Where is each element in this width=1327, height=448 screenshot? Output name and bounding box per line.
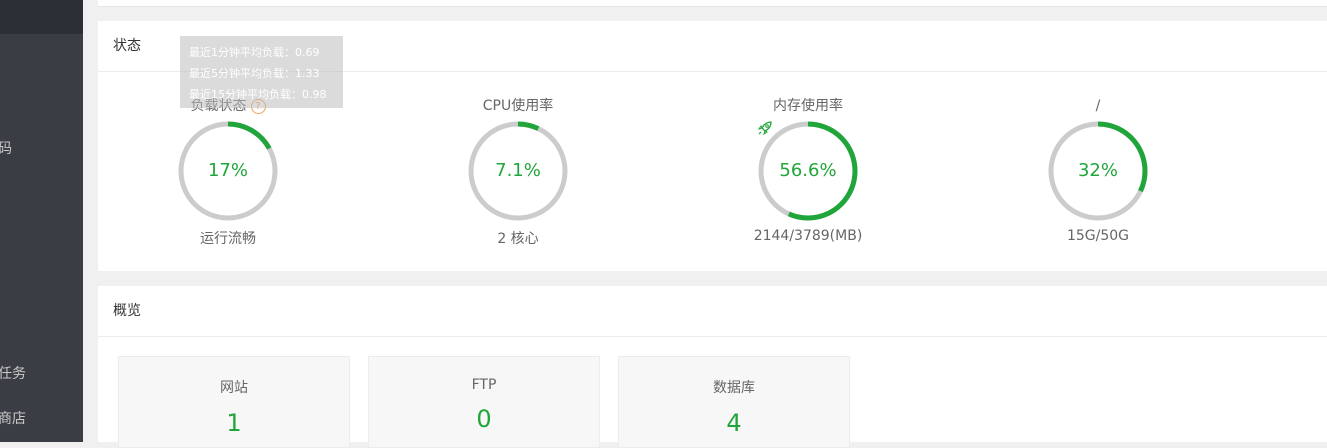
load-value: 17%	[207, 160, 248, 181]
memory-gauge[interactable]: 内存使用率 56.6% 2144/3789(MB)	[718, 96, 898, 244]
sidebar: 码 任务 商店	[0, 0, 83, 442]
sidebar-item-tasks[interactable]: 任务	[0, 363, 26, 383]
cpu-gauge-title: CPU使用率	[482, 98, 554, 114]
disk-value: 32%	[1077, 160, 1118, 181]
disk-gauge-title: /	[1095, 98, 1101, 114]
ftp-label: FTP	[471, 377, 497, 393]
memory-usage-text: 2144/3789(MB)	[753, 228, 863, 244]
ftp-count[interactable]: 0	[369, 405, 599, 433]
cpu-ring: 7.1%	[466, 119, 570, 223]
sidebar-logo-area	[0, 0, 83, 34]
load-gauge[interactable]: 负载状态? 17% 运行流畅	[138, 96, 318, 248]
disk-ring: 32%	[1046, 119, 1150, 223]
overview-card-ftp[interactable]: FTP 0	[368, 356, 600, 448]
tooltip-line-1min: 最近1分钟平均负载：0.69	[189, 46, 320, 59]
load-tooltip: 最近1分钟平均负载：0.69 最近5分钟平均负载：1.33 最近15分钟平均负载…	[180, 36, 343, 108]
overview-card-sites[interactable]: 网站 1	[118, 356, 350, 448]
memory-ring: 56.6%	[756, 119, 860, 223]
sites-label: 网站	[220, 380, 248, 396]
cpu-gauge[interactable]: CPU使用率 7.1% 2 核心	[428, 96, 608, 248]
sites-count[interactable]: 1	[119, 409, 349, 437]
overview-panel-title: 概览	[98, 286, 1327, 337]
sidebar-item-fragment[interactable]: 码	[0, 138, 12, 158]
databases-count[interactable]: 4	[619, 409, 849, 437]
load-status-text: 运行流畅	[200, 231, 256, 247]
overview-card-databases[interactable]: 数据库 4	[618, 356, 850, 448]
tooltip-line-5min: 最近5分钟平均负载：1.33	[189, 67, 320, 80]
top-bar	[98, 0, 1327, 7]
cpu-cores-text: 2 核心	[497, 231, 539, 247]
disk-usage-text: 15G/50G	[1066, 228, 1130, 244]
disk-gauge[interactable]: / 32% 15G/50G	[1008, 96, 1188, 244]
cpu-value: 7.1%	[495, 160, 541, 181]
load-ring: 17%	[176, 119, 280, 223]
databases-label: 数据库	[713, 380, 755, 396]
sidebar-item-store[interactable]: 商店	[0, 408, 26, 428]
tooltip-line-15min: 最近15分钟平均负载：0.98	[189, 88, 327, 101]
memory-value: 56.6%	[779, 160, 837, 181]
memory-gauge-title: 内存使用率	[773, 98, 843, 114]
